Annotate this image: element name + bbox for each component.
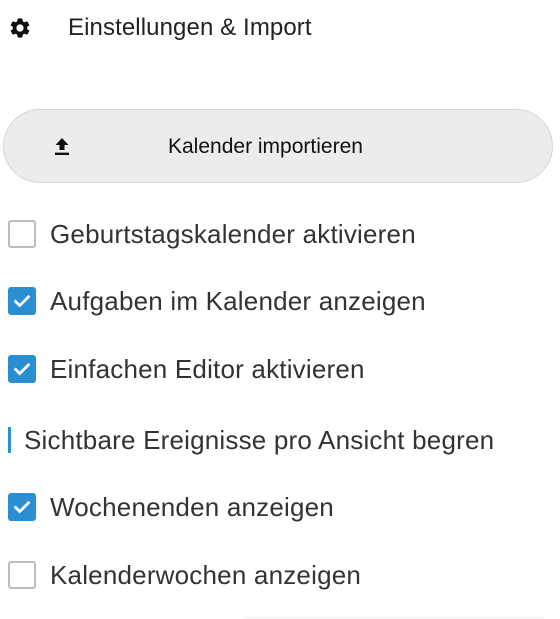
checkmark-icon bbox=[13, 294, 31, 308]
option-show-tasks[interactable]: Aufgaben im Kalender anzeigen bbox=[8, 283, 426, 319]
checkbox-unchecked[interactable] bbox=[8, 561, 36, 589]
focus-indicator bbox=[8, 427, 11, 453]
gear-icon bbox=[8, 16, 32, 40]
option-label: Wochenenden anzeigen bbox=[50, 491, 334, 522]
page-title: Einstellungen & Import bbox=[68, 14, 312, 41]
option-limit-visible-events[interactable]: Sichtbare Ereignisse pro Ansicht begren bbox=[8, 422, 560, 458]
option-show-week-numbers[interactable]: Kalenderwochen anzeigen bbox=[8, 557, 361, 593]
settings-header: Einstellungen & Import bbox=[8, 8, 312, 48]
option-show-weekends[interactable]: Wochenenden anzeigen bbox=[8, 489, 334, 525]
import-calendar-label: Kalender importieren bbox=[168, 135, 363, 158]
checkbox-unchecked[interactable] bbox=[8, 220, 36, 248]
checkbox-checked[interactable] bbox=[8, 355, 36, 383]
option-simple-editor[interactable]: Einfachen Editor aktivieren bbox=[8, 351, 365, 387]
divider bbox=[245, 617, 545, 618]
checkbox-checked[interactable] bbox=[8, 287, 36, 315]
checkbox-checked[interactable] bbox=[8, 493, 36, 521]
option-label: Kalenderwochen anzeigen bbox=[50, 559, 362, 590]
option-label: Geburtstagskalender aktivieren bbox=[50, 218, 416, 249]
import-calendar-button[interactable]: Kalender importieren bbox=[3, 109, 553, 183]
checkmark-icon bbox=[13, 500, 31, 514]
upload-icon bbox=[50, 135, 74, 159]
option-label: Einfachen Editor aktivieren bbox=[50, 353, 365, 384]
option-label: Aufgaben im Kalender anzeigen bbox=[50, 285, 426, 316]
option-birthday-calendar[interactable]: Geburtstagskalender aktivieren bbox=[8, 216, 416, 252]
checkmark-icon bbox=[13, 362, 31, 376]
option-label: Sichtbare Ereignisse pro Ansicht begren bbox=[24, 424, 495, 455]
